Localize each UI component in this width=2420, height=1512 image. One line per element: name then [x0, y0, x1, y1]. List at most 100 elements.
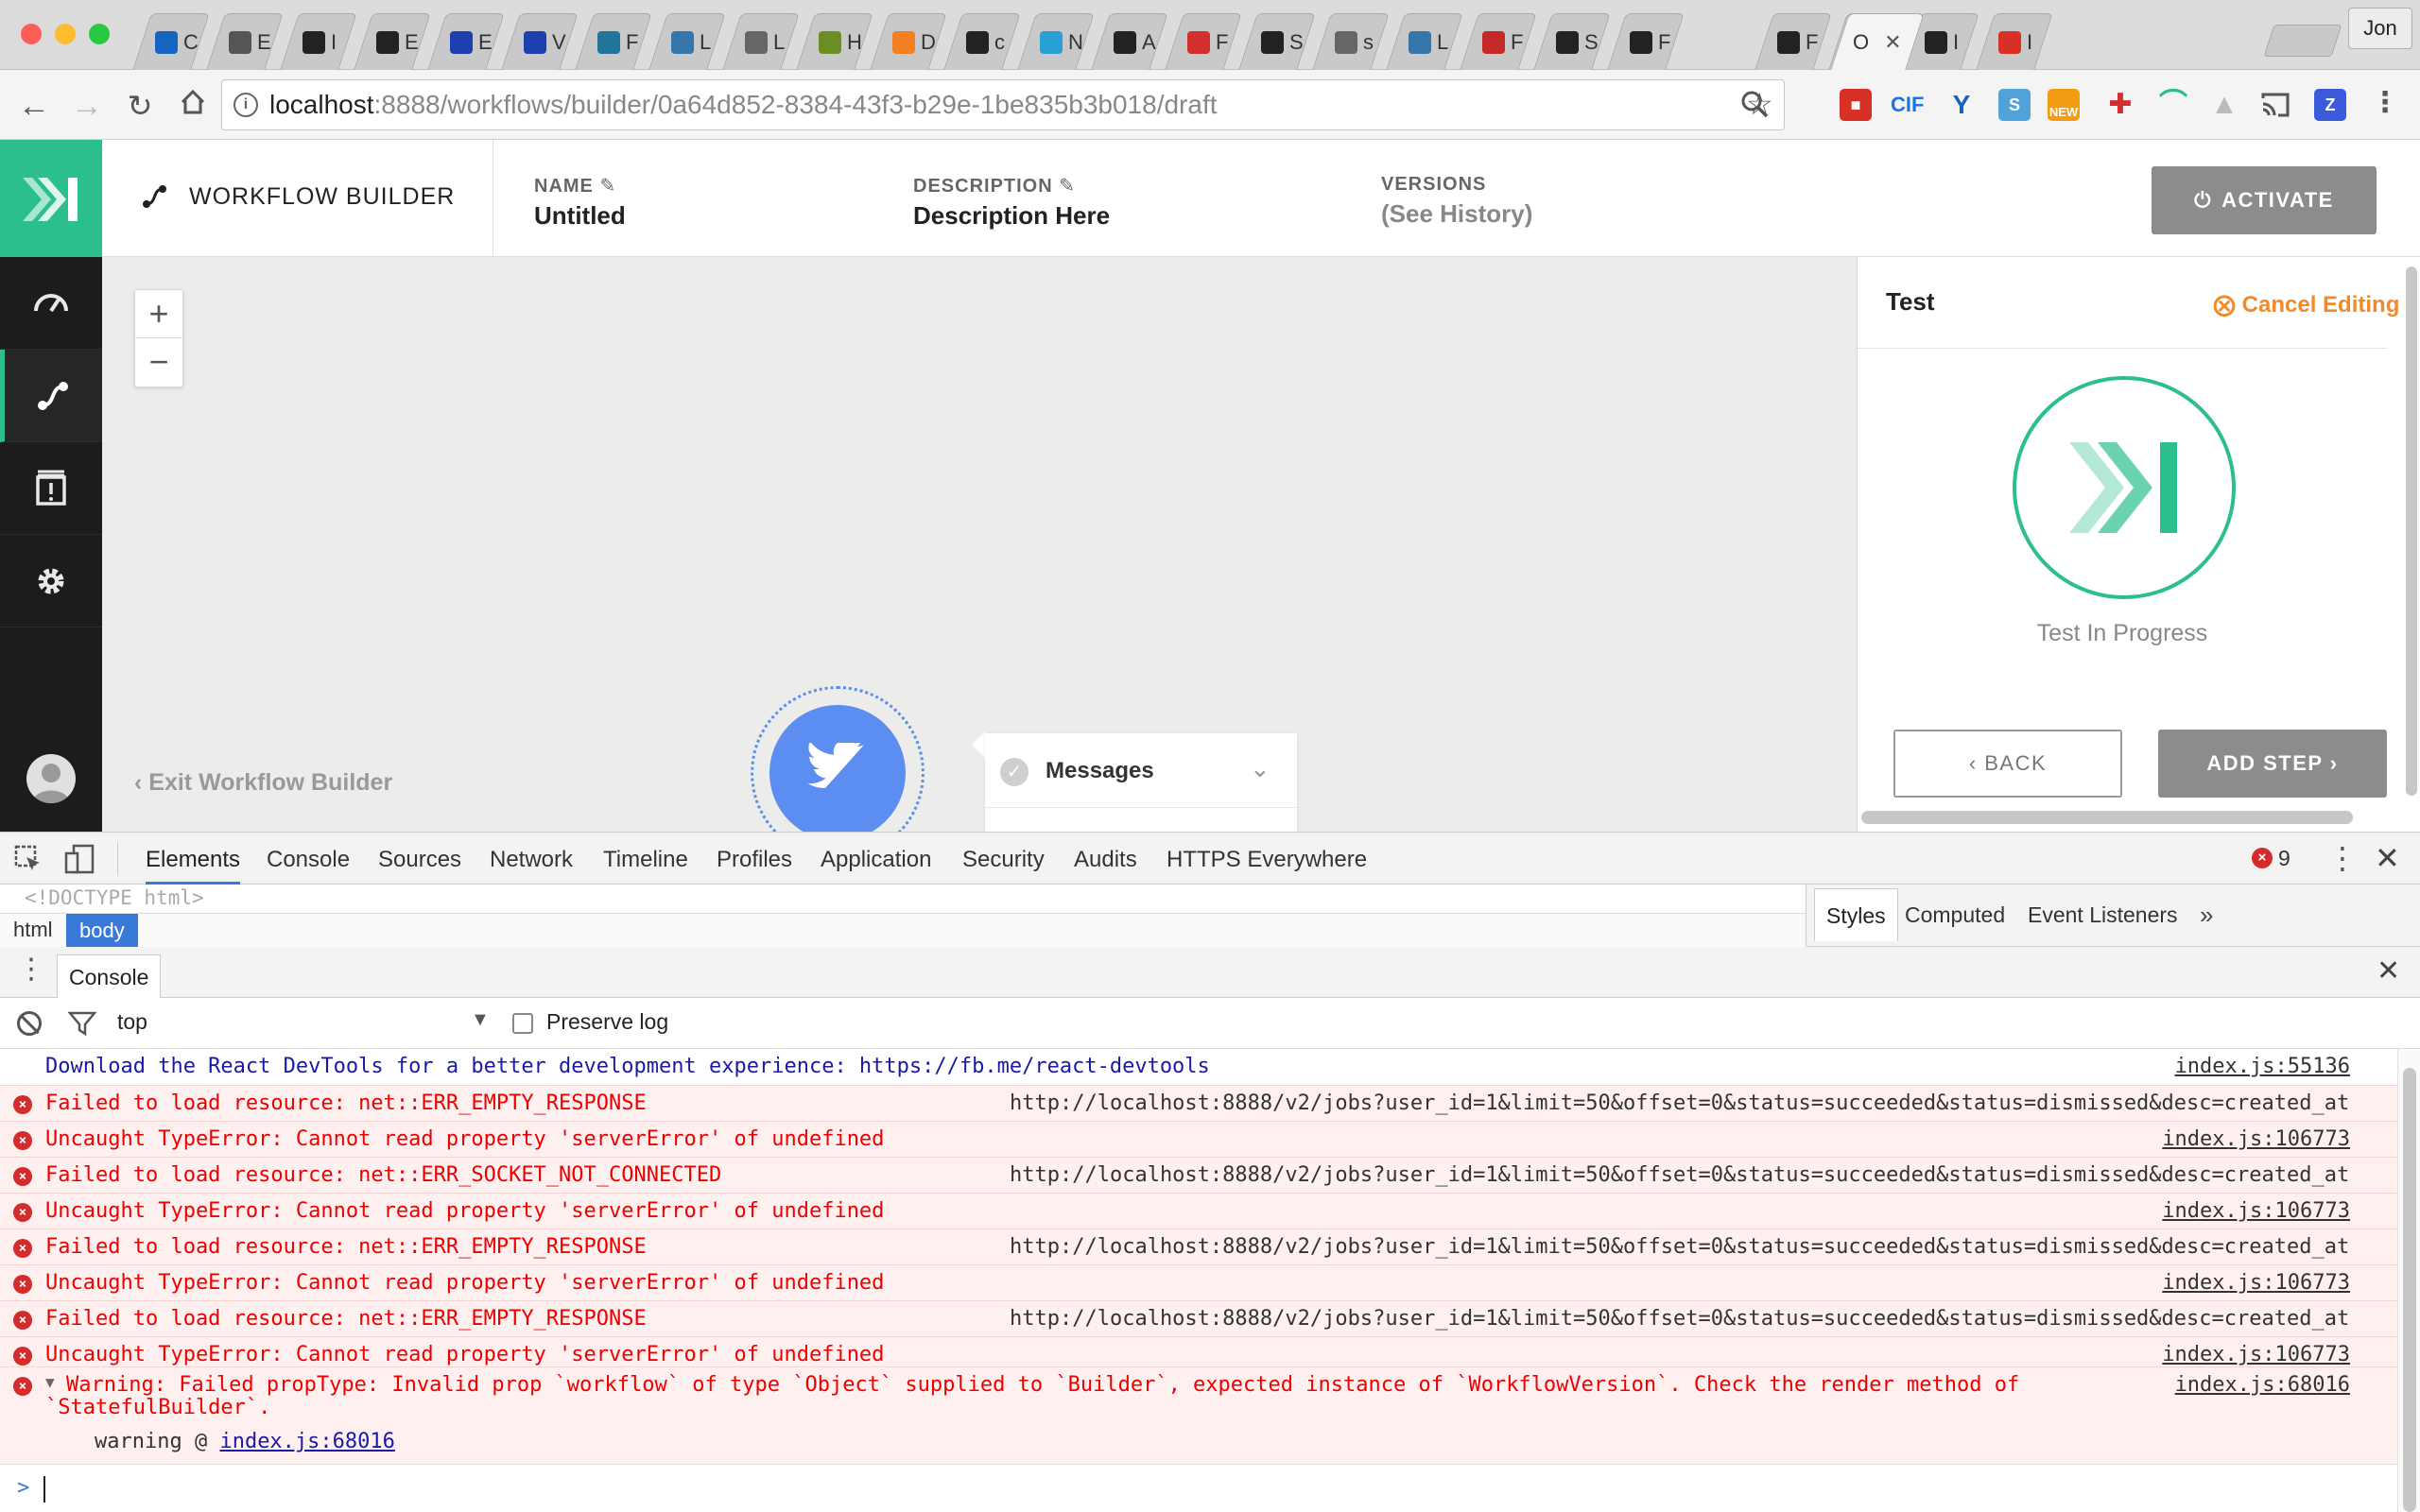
- message-url[interactable]: http://localhost:8888/v2/jobs?user_id=1&…: [1010, 1158, 2349, 1194]
- drawer-menu-icon[interactable]: ⋮: [17, 953, 45, 986]
- description-field[interactable]: DESCRIPTION ✎ Description Here: [913, 174, 1110, 231]
- tab-computed[interactable]: Computed: [1905, 888, 2005, 941]
- context-select[interactable]: top: [117, 1009, 147, 1035]
- nav-archive[interactable]: [0, 442, 102, 535]
- devtools-tab-sources[interactable]: Sources: [378, 833, 461, 885]
- nav-settings[interactable]: [0, 535, 102, 627]
- back-button[interactable]: ‹ BACK: [1893, 730, 2122, 798]
- chevron-down-icon[interactable]: ⌄: [1250, 754, 1270, 783]
- error-icon[interactable]: ×: [2252, 848, 2273, 868]
- tab-styles[interactable]: Styles: [1814, 888, 1898, 941]
- maximize-window-button[interactable]: [89, 24, 110, 44]
- name-value[interactable]: Untitled: [534, 201, 626, 231]
- nav-dashboard[interactable]: [0, 257, 102, 350]
- back-arrow-icon[interactable]: ←: [15, 87, 53, 125]
- chevron-down-icon[interactable]: ▼: [471, 1009, 490, 1031]
- filter-icon[interactable]: [67, 1009, 97, 1042]
- devtools-tab-application[interactable]: Application: [821, 833, 931, 885]
- devtools-tab-profiles[interactable]: Profiles: [717, 833, 792, 885]
- preserve-log-checkbox[interactable]: [512, 1013, 533, 1034]
- clear-console-icon[interactable]: [17, 1011, 42, 1036]
- more-tabs-icon[interactable]: »: [2200, 888, 2213, 941]
- url-text[interactable]: localhost:8888/workflows/builder/0a64d85…: [269, 90, 1218, 120]
- reload-icon[interactable]: ↻: [121, 87, 159, 125]
- minimize-window-button[interactable]: [55, 24, 76, 44]
- devtools-tab-console[interactable]: Console: [267, 833, 350, 885]
- close-window-button[interactable]: [21, 24, 42, 44]
- console-error-row[interactable]: × Failed to load resource: net::ERR_EMPTY…: [0, 1085, 2397, 1121]
- close-drawer-icon[interactable]: ✕: [2377, 954, 2400, 988]
- twitter-trigger-node[interactable]: [769, 705, 906, 841]
- devtools-tab-network[interactable]: Network: [490, 833, 573, 885]
- console-warning-row[interactable]: × ▼ Warning: Failed propType: Invalid pr…: [0, 1366, 2397, 1465]
- activate-button[interactable]: ⏻ ACTIVATE: [2152, 166, 2377, 234]
- name-field[interactable]: NAME ✎ Untitled: [534, 174, 626, 231]
- message-url[interactable]: http://localhost:8888/v2/jobs?user_id=1&…: [1010, 1229, 2349, 1265]
- error-count[interactable]: 9: [2278, 846, 2290, 871]
- extension-arc-icon[interactable]: ⌒: [2157, 89, 2189, 121]
- breadcrumb-body[interactable]: body: [66, 914, 138, 948]
- cast-icon[interactable]: [2259, 89, 2291, 121]
- zoom-out-button[interactable]: −: [135, 338, 182, 387]
- messages-step-card[interactable]: ✓ Messages ⌄: [985, 733, 1297, 832]
- new-tab-button[interactable]: [2263, 25, 2342, 57]
- devtools-tab-timeline[interactable]: Timeline: [603, 833, 688, 885]
- close-devtools-icon[interactable]: ✕: [2375, 840, 2400, 876]
- message-source-link[interactable]: index.js:106773: [2162, 1122, 2350, 1158]
- pencil-icon[interactable]: ✎: [1059, 176, 1076, 197]
- extension-drive-icon[interactable]: ▲: [2208, 89, 2240, 121]
- horizontal-scrollbar[interactable]: [1861, 811, 2353, 824]
- breadcrumb-html[interactable]: html: [13, 918, 53, 942]
- devtools-tab-security[interactable]: Security: [962, 833, 1045, 885]
- extension-new-icon[interactable]: NEW: [2048, 89, 2080, 121]
- inspect-element-icon[interactable]: [13, 844, 43, 879]
- tab-event-listeners[interactable]: Event Listeners: [2028, 888, 2178, 941]
- console-error-row[interactable]: × Failed to load resource: net::ERR_SOCKE…: [0, 1157, 2397, 1193]
- profile-button[interactable]: Jon: [2348, 8, 2412, 49]
- console-input[interactable]: [43, 1476, 45, 1503]
- message-source-link[interactable]: index.js:106773: [2162, 1194, 2350, 1229]
- message-url[interactable]: http://localhost:8888/v2/jobs?user_id=1&…: [1010, 1086, 2349, 1122]
- message-url[interactable]: http://localhost:8888/v2/jobs?user_id=1&…: [1010, 1301, 2349, 1337]
- drawer-tab-console[interactable]: Console: [57, 954, 162, 998]
- extension-y-icon[interactable]: Y: [1945, 89, 1978, 121]
- close-tab-icon[interactable]: ✕: [1884, 30, 1901, 55]
- expand-triangle-icon[interactable]: ▼: [45, 1373, 55, 1391]
- extension-z-icon[interactable]: Z: [2314, 89, 2346, 121]
- avatar[interactable]: [26, 754, 76, 803]
- devtools-tab-audits[interactable]: Audits: [1074, 833, 1137, 885]
- stack-trace-link[interactable]: index.js:68016: [219, 1430, 394, 1453]
- bookmark-star-icon[interactable]: ☆: [1746, 86, 1773, 122]
- console-error-row[interactable]: × Uncaught TypeError: Cannot read propert…: [0, 1193, 2397, 1228]
- nav-workflows[interactable]: [0, 350, 102, 442]
- extension-red-icon[interactable]: ■: [1840, 89, 1872, 121]
- address-bar[interactable]: i localhost:8888/workflows/builder/0a64d…: [221, 79, 1785, 130]
- cancel-editing-link[interactable]: ⨂ Cancel Editing: [2213, 291, 2399, 318]
- devtools-tab-https-everywhere[interactable]: HTTPS Everywhere: [1167, 833, 1367, 885]
- devtools-tab-elements[interactable]: Elements: [146, 833, 241, 885]
- console-error-row[interactable]: × Uncaught TypeError: Cannot read propert…: [0, 1121, 2397, 1157]
- description-value[interactable]: Description Here: [913, 201, 1110, 231]
- pencil-icon[interactable]: ✎: [599, 176, 616, 197]
- console-scrollbar[interactable]: [2397, 1049, 2420, 1512]
- info-icon[interactable]: i: [233, 93, 258, 117]
- devtools-menu-icon[interactable]: ⋮: [2327, 840, 2358, 876]
- brand-logo[interactable]: [0, 140, 102, 257]
- extension-cross-icon[interactable]: ✚: [2104, 89, 2136, 121]
- device-toolbar-icon[interactable]: [64, 844, 96, 879]
- console-error-row[interactable]: × Uncaught TypeError: Cannot read propert…: [0, 1264, 2397, 1300]
- console-error-row[interactable]: × Failed to load resource: net::ERR_EMPTY…: [0, 1300, 2397, 1336]
- add-step-button[interactable]: ADD STEP ›: [2158, 730, 2387, 798]
- message-source-link[interactable]: index.js:106773: [2162, 1265, 2350, 1301]
- warning-source-link[interactable]: index.js:68016: [2175, 1369, 2350, 1401]
- doctype-node[interactable]: <!DOCTYPE html>: [25, 886, 204, 909]
- workflow-canvas[interactable]: + − ‹ Exit Workflow Builder ✓ Messages ⌄: [102, 257, 1857, 860]
- zoom-in-button[interactable]: +: [135, 290, 182, 338]
- message-source-link[interactable]: index.js:55136: [2175, 1049, 2350, 1085]
- extension-cif-icon[interactable]: CIF: [1891, 89, 1924, 121]
- versions-history-link[interactable]: (See History): [1381, 199, 1532, 229]
- home-icon[interactable]: [174, 87, 212, 125]
- extension-s-icon[interactable]: S: [1998, 89, 2031, 121]
- console-info-row[interactable]: Download the React DevTools for a better…: [0, 1049, 2397, 1085]
- exit-workflow-builder-link[interactable]: ‹ Exit Workflow Builder: [134, 769, 392, 797]
